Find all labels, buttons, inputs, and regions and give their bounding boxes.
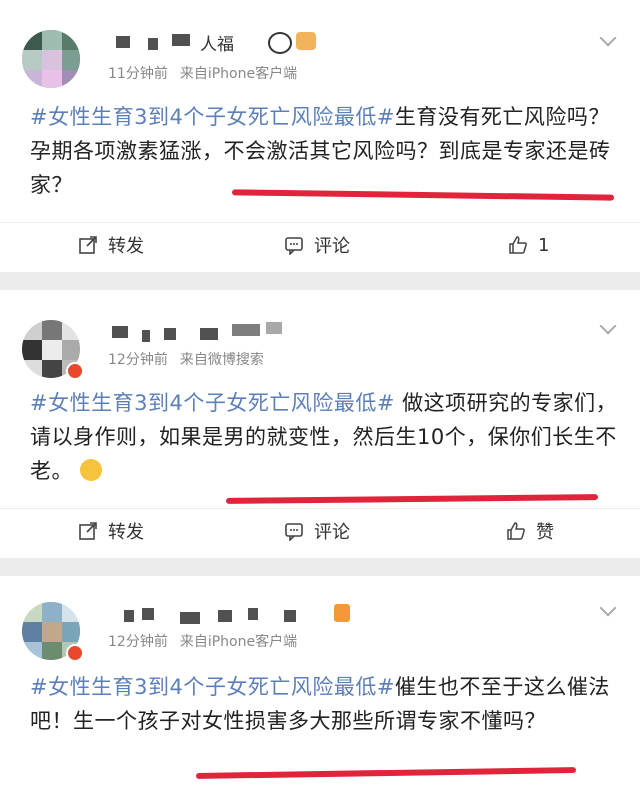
red-underline [195,767,577,779]
username[interactable] [108,322,298,342]
post-text: #女性生育3到4个子女死亡风险最低#催生也不至于这么催法吧！生一个孩子对女性损害… [30,670,620,738]
panda-icon [268,32,292,54]
post-meta: 12分钟前 来自微博搜索 [108,349,264,369]
hashtag-link[interactable]: #女性生育3到4个子女死亡风险最低# [30,391,395,415]
share-square-icon [79,522,97,540]
comment-bubble-icon [285,237,303,255]
post-meta: 12分钟前 来自iPhone客户端 [108,631,297,651]
verified-badge-icon [66,362,84,380]
share-square-icon [79,236,97,254]
like-label: 赞 [536,522,554,543]
comment-button[interactable]: 评论 [284,509,350,553]
post-text: #女性生育3到4个子女死亡风险最低#生育没有死亡风险吗？孕期各项激素猛涨，不会激… [30,100,620,202]
comment-label: 评论 [314,236,350,257]
badge-icon [334,604,350,622]
hashtag-link[interactable]: #女性生育3到4个子女死亡风险最低# [30,105,395,129]
chevron-down-icon[interactable] [599,317,617,335]
action-bar: 转发 评论 1 [0,222,640,267]
post-source[interactable]: 来自微博搜索 [180,352,264,368]
post-card: 人福 11分钟前 来自iPhone客户端 #女性生育3到4个子女死亡风险最低#生育… [0,0,640,272]
comment-bubble-icon [285,523,303,541]
chevron-down-icon[interactable] [599,599,617,617]
like-button[interactable]: 1 [508,223,549,267]
post-time: 12分钟前 [108,634,168,650]
like-count: 1 [538,234,550,256]
comment-label: 评论 [314,522,350,543]
post-source[interactable]: 来自iPhone客户端 [180,634,297,650]
post-text: #女性生育3到4个子女死亡风险最低# 做这项研究的专家们，请以身作则，如果是男的… [30,386,620,488]
thumbs-up-icon [509,236,527,254]
emoji-icon [80,459,103,481]
repost-label: 转发 [108,522,144,543]
post-time: 11分钟前 [108,66,168,82]
hashtag-link[interactable]: #女性生育3到4个子女死亡风险最低# [30,675,395,699]
badge-icon [296,32,316,50]
username-text: 人福 [200,35,234,55]
post-card: 12分钟前 来自微博搜索 #女性生育3到4个子女死亡风险最低# 做这项研究的专家们… [0,290,640,558]
post-card: 12分钟前 来自iPhone客户端 #女性生育3到4个子女死亡风险最低#催生也不至… [0,576,640,800]
action-bar: 转发 评论 赞 [0,508,640,553]
repost-button[interactable]: 转发 [78,509,144,553]
post-meta: 11分钟前 来自iPhone客户端 [108,63,297,83]
red-underline [225,494,599,504]
post-source[interactable]: 来自iPhone客户端 [180,66,297,82]
weibo-feed: 人福 11分钟前 来自iPhone客户端 #女性生育3到4个子女死亡风险最低#生育… [0,0,640,800]
username[interactable] [108,604,358,624]
repost-label: 转发 [108,236,144,257]
repost-button[interactable]: 转发 [78,223,144,267]
thumbs-up-icon [507,522,525,540]
comment-button[interactable]: 评论 [284,223,350,267]
verified-badge-icon [66,644,84,662]
post-time: 12分钟前 [108,352,168,368]
chevron-down-icon[interactable] [599,29,617,47]
avatar[interactable] [22,30,80,88]
like-button[interactable]: 赞 [506,509,554,553]
username[interactable]: 人福 [108,30,328,55]
